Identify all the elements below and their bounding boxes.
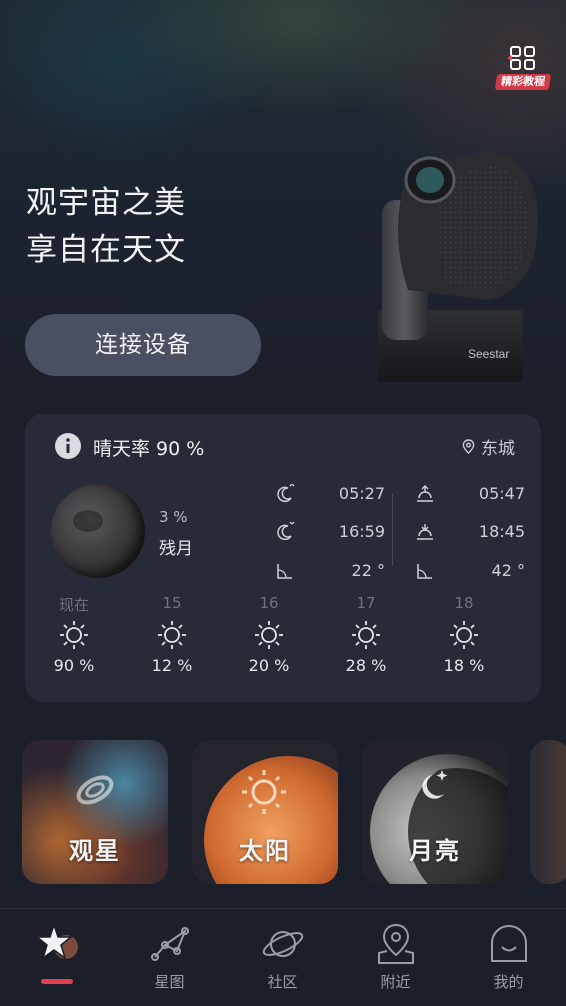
tab-star-map[interactable]: 星图 — [113, 909, 226, 1006]
grid-icon — [508, 46, 535, 70]
tab-label: 星图 — [154, 973, 185, 991]
sunrise-icon — [417, 485, 433, 502]
card-label: 太阳 — [239, 837, 291, 865]
sun-icon — [158, 621, 186, 649]
sunset-icon — [417, 524, 433, 540]
sunset-row: 18:45 — [415, 520, 525, 546]
tab-nearby[interactable]: 附近 — [339, 909, 452, 1006]
tab-profile[interactable]: 我的 — [452, 909, 565, 1006]
forecast-day: 17 — [356, 594, 376, 612]
device-brand-label: Seestar — [468, 347, 509, 361]
tutorial-badge: 精彩教程 — [494, 74, 552, 90]
moon-illumination: 3 % — [159, 508, 188, 526]
feature-cards: 观星 太阳 月亮 — [0, 740, 566, 886]
forecast-value: 12 % — [151, 656, 193, 675]
clear-rate-forecast: 现在 90 % 15 12 % 16 20 % 17 28 % 18 18 % — [25, 594, 541, 694]
active-tab-indicator — [41, 979, 73, 984]
location[interactable]: 东城 — [462, 434, 515, 459]
forecast-item: 现在 90 % — [34, 594, 114, 675]
moonrise-row: 05:27 — [275, 482, 385, 508]
constellation-icon — [151, 927, 189, 961]
forecast-value: 18 % — [443, 656, 485, 675]
sun-icon — [255, 621, 283, 649]
map-pin-icon — [378, 923, 414, 964]
slogan-line-1: 观宇宙之美 — [26, 185, 186, 221]
forecast-item: 16 20 % — [229, 594, 309, 675]
weather-card: 晴天率 90 % 东城 3 % 残月 05:27 16:59 22 ° 05:4… — [25, 414, 541, 702]
sun-icon — [450, 621, 478, 649]
forecast-value: 20 % — [248, 656, 290, 675]
forecast-value: 28 % — [345, 656, 387, 675]
moon-phase: 残月 — [159, 539, 193, 559]
divider — [392, 494, 393, 566]
forecast-day: 16 — [259, 594, 279, 612]
altitude-angle-icon — [417, 564, 432, 579]
forecast-value: 90 % — [53, 656, 95, 675]
bottom-tab-bar: 星图 社区 附近 我的 — [0, 908, 566, 1006]
sunrise-time: 05:47 — [478, 484, 525, 503]
forecast-item: 17 28 % — [326, 594, 406, 675]
tutorial-button[interactable]: 精彩教程 — [494, 44, 552, 92]
moonrise-icon — [277, 484, 295, 503]
slogan-line-2: 享自在天文 — [26, 232, 186, 268]
tab-community[interactable]: 社区 — [226, 909, 339, 1006]
stargazing-card[interactable]: 观星 — [22, 740, 168, 884]
more-card[interactable] — [530, 740, 566, 884]
profile-icon — [491, 925, 527, 962]
clear-rate: 晴天率 90 % — [93, 438, 205, 460]
sunset-time: 18:45 — [478, 522, 525, 541]
telescope-image: Seestar — [378, 150, 538, 382]
moonset-icon — [277, 522, 295, 541]
sunrise-row: 05:47 — [415, 482, 525, 508]
tab-label: 附近 — [380, 973, 411, 991]
planet-icon — [262, 931, 304, 957]
forecast-day: 18 — [454, 594, 474, 612]
home-star-icon — [34, 922, 78, 960]
card-label: 月亮 — [409, 837, 461, 865]
altitude-angle-icon — [277, 564, 292, 579]
moonset-time: 16:59 — [338, 522, 385, 541]
tab-label: 我的 — [493, 973, 524, 991]
tab-home[interactable] — [0, 909, 113, 1006]
card-label: 观星 — [69, 837, 121, 865]
forecast-item: 18 18 % — [424, 594, 504, 675]
moon-image — [51, 484, 145, 578]
hero-slogan: 观宇宙之美 享自在天文 — [26, 180, 186, 274]
sun-altitude-row: 42 ° — [415, 559, 525, 585]
moon-card[interactable]: 月亮 — [362, 740, 508, 884]
info-icon[interactable] — [54, 432, 82, 460]
moonset-row: 16:59 — [275, 520, 385, 546]
forecast-day: 现在 — [58, 596, 89, 614]
sun-icon — [60, 621, 88, 649]
moon-altitude: 22 ° — [351, 561, 385, 580]
moon-altitude-row: 22 ° — [275, 559, 385, 585]
location-pin-icon — [462, 439, 475, 454]
tab-label: 社区 — [267, 973, 298, 991]
moonrise-time: 05:27 — [338, 484, 385, 503]
sun-icon — [352, 621, 380, 649]
location-name: 东城 — [481, 439, 515, 459]
sun-card[interactable]: 太阳 — [192, 740, 338, 884]
connect-device-button[interactable]: 连接设备 — [25, 314, 261, 376]
forecast-day: 15 — [162, 594, 182, 612]
sun-altitude: 42 ° — [491, 561, 525, 580]
forecast-item: 15 12 % — [132, 594, 212, 675]
